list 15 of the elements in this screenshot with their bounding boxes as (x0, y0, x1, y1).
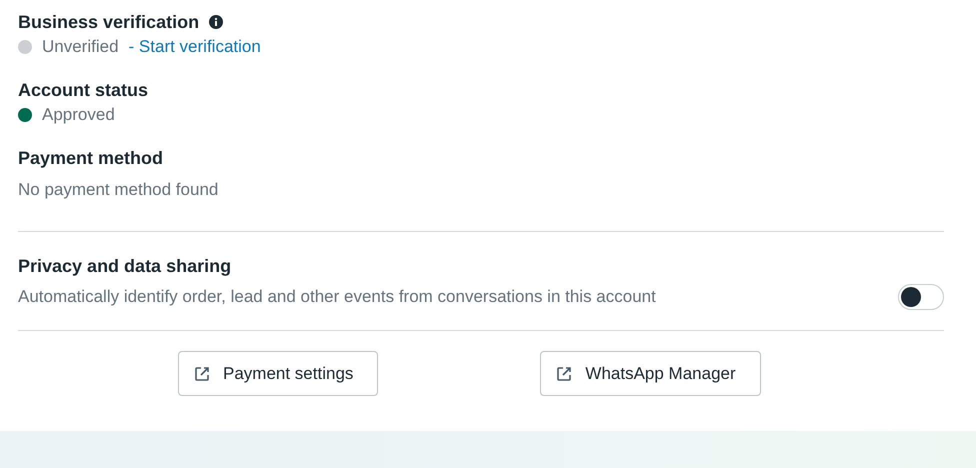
payment-method-text: No payment method found (18, 180, 220, 200)
external-link-icon (555, 364, 574, 382)
status-text: Unverified (42, 37, 119, 57)
start-verification-link[interactable]: - Start verification (128, 37, 261, 57)
section-title: Privacy and data sharing (18, 255, 232, 278)
external-link-button[interactable]: Payment settings (178, 351, 378, 396)
section-title: Account status (18, 79, 148, 102)
section-title: Payment method (18, 147, 164, 170)
external-link-button[interactable]: WhatsApp Manager (540, 351, 761, 396)
toggle-switch[interactable] (898, 284, 944, 310)
info-icon[interactable] (209, 15, 224, 29)
section-title: Business verification (18, 11, 200, 34)
status-text: Approved (42, 105, 115, 125)
external-link-icon (193, 364, 211, 382)
privacy-description: Automatically identify order, lead and other events from conversations in this account (18, 287, 656, 307)
